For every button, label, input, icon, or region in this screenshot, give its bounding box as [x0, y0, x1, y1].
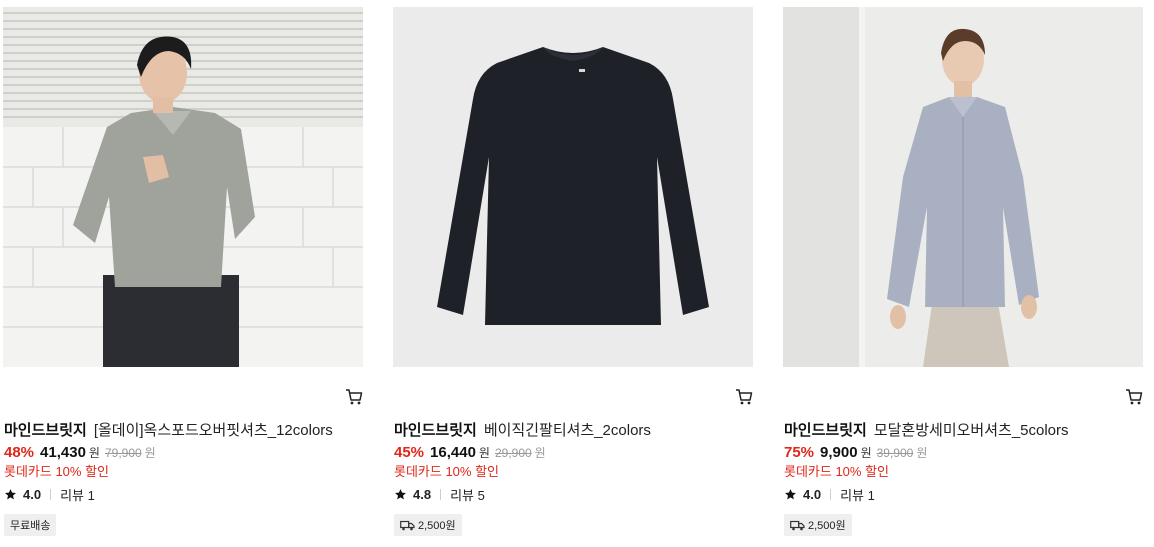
price-row: 48% 41,430 원 79,900 원 — [4, 444, 156, 464]
original-price-unit: 원 — [534, 446, 546, 460]
discount-rate: 75% — [784, 444, 815, 461]
star-icon — [5, 488, 16, 499]
sale-price: 9,900 — [820, 444, 858, 461]
product-card[interactable]: 마인드브릿지 베이직긴팔티셔츠_2colors 45% 16,440 원 29,9… — [393, 7, 755, 547]
brand-name: 마인드브릿지 — [394, 422, 477, 439]
divider — [50, 488, 52, 500]
product-grid: 마인드브릿지 [올데이]옥스포드오버핏셔츠_12colors 48% 41,430… — [0, 0, 1154, 547]
product-image[interactable] — [393, 7, 753, 367]
add-to-cart-button[interactable] — [345, 388, 363, 406]
cart-icon — [736, 389, 753, 405]
shipping-label: 2,500원 — [808, 520, 846, 532]
shipping-label: 2,500원 — [418, 520, 456, 532]
price-row: 75% 9,900 원 39,900 원 — [784, 444, 927, 464]
discount-rate: 45% — [394, 444, 425, 461]
shipping-badge: 무료배송 — [4, 514, 57, 536]
shipping-label: 무료배송 — [10, 520, 51, 532]
sale-price-unit: 원 — [860, 446, 872, 460]
rating-row: 4.0 리뷰 1 — [784, 485, 875, 503]
sale-price: 16,440 — [430, 444, 476, 461]
brand-name: 마인드브릿지 — [784, 422, 867, 439]
star-icon — [785, 488, 796, 499]
review-count: 리뷰 1 — [840, 487, 875, 503]
truck-icon — [400, 520, 415, 530]
product-photo-man-blue-shirt — [783, 7, 1143, 367]
product-title[interactable]: 마인드브릿지 [올데이]옥스포드오버핏셔츠_12colors — [4, 421, 362, 441]
review-count: 리뷰 1 — [60, 487, 95, 503]
product-name: 베이직긴팔티셔츠_2colors — [483, 422, 651, 439]
original-price: 29,900 — [494, 446, 532, 460]
sale-price-unit: 원 — [478, 446, 490, 460]
divider — [830, 488, 832, 500]
card-discount-text: 롯데카드 10% 할인 — [4, 464, 110, 479]
product-photo-black-long-sleeve-tee — [393, 7, 753, 367]
card-discount-text: 롯데카드 10% 할인 — [784, 464, 890, 479]
rating-score: 4.0 — [23, 486, 42, 502]
review-count: 리뷰 5 — [450, 487, 485, 503]
product-name: 모달혼방세미오버셔츠_5colors — [873, 422, 1069, 439]
rating-row: 4.0 리뷰 1 — [4, 485, 95, 503]
card-discount-text: 롯데카드 10% 할인 — [394, 464, 500, 479]
product-card[interactable]: 마인드브릿지 모달혼방세미오버셔츠_5colors 75% 9,900 원 39,… — [783, 7, 1145, 547]
brand-name: 마인드브릿지 — [4, 422, 87, 439]
cart-icon — [1126, 389, 1143, 405]
rating-row: 4.8 리뷰 5 — [394, 485, 485, 503]
product-image[interactable] — [783, 7, 1143, 367]
add-to-cart-button[interactable] — [735, 388, 753, 406]
product-card[interactable]: 마인드브릿지 [올데이]옥스포드오버핏셔츠_12colors 48% 41,430… — [3, 7, 365, 547]
product-name: [올데이]옥스포드오버핏셔츠_12colors — [93, 422, 333, 439]
product-title[interactable]: 마인드브릿지 베이직긴팔티셔츠_2colors — [394, 421, 752, 441]
original-price: 39,900 — [876, 446, 914, 460]
truck-icon — [790, 520, 805, 530]
discount-rate: 48% — [4, 444, 35, 461]
original-price-unit: 원 — [144, 446, 156, 460]
divider — [440, 488, 442, 500]
sale-price-unit: 원 — [88, 446, 100, 460]
cart-icon — [346, 389, 363, 405]
shipping-badge: 2,500원 — [394, 514, 462, 536]
product-photo-man-gray-shirt — [3, 7, 363, 367]
product-image[interactable] — [3, 7, 363, 367]
star-icon — [395, 488, 406, 499]
rating-score: 4.8 — [413, 486, 432, 502]
add-to-cart-button[interactable] — [1125, 388, 1143, 406]
product-title[interactable]: 마인드브릿지 모달혼방세미오버셔츠_5colors — [784, 421, 1142, 441]
original-price: 79,900 — [104, 446, 142, 460]
sale-price: 41,430 — [40, 444, 86, 461]
original-price-unit: 원 — [916, 446, 928, 460]
shipping-badge: 2,500원 — [784, 514, 852, 536]
price-row: 45% 16,440 원 29,900 원 — [394, 444, 546, 464]
rating-score: 4.0 — [803, 486, 822, 502]
